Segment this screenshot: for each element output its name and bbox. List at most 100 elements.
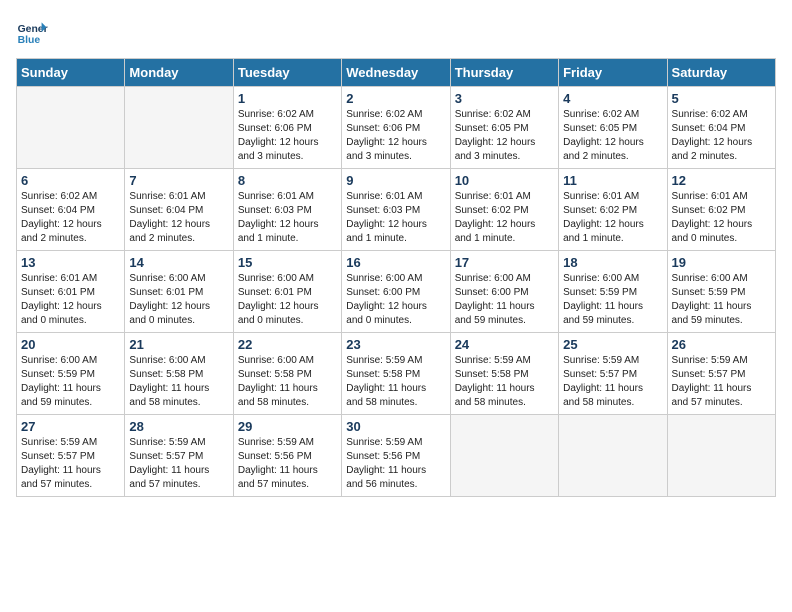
day-info: Sunrise: 6:01 AM Sunset: 6:02 PM Dayligh…	[672, 190, 771, 246]
day-info: Sunrise: 6:00 AM Sunset: 6:00 PM Dayligh…	[455, 272, 554, 328]
calendar-day-cell: 24 Sunrise: 5:59 AM Sunset: 5:58 PM Dayli…	[450, 333, 558, 415]
calendar-day-cell: 5 Sunrise: 6:02 AM Sunset: 6:04 PM Daylig…	[667, 87, 775, 169]
calendar-day-cell: 16 Sunrise: 6:00 AM Sunset: 6:00 PM Dayli…	[342, 251, 450, 333]
day-number: 5	[672, 91, 771, 106]
day-info: Sunrise: 6:00 AM Sunset: 5:58 PM Dayligh…	[238, 354, 337, 410]
svg-text:Blue: Blue	[18, 35, 41, 46]
day-number: 4	[563, 91, 662, 106]
day-number: 23	[346, 337, 445, 352]
day-info: Sunrise: 6:02 AM Sunset: 6:04 PM Dayligh…	[672, 108, 771, 164]
day-number: 12	[672, 173, 771, 188]
calendar-day-cell	[667, 415, 775, 497]
calendar-day-cell: 26 Sunrise: 5:59 AM Sunset: 5:57 PM Dayli…	[667, 333, 775, 415]
logo: General Blue	[16, 16, 48, 48]
calendar-day-cell: 22 Sunrise: 6:00 AM Sunset: 5:58 PM Dayli…	[233, 333, 341, 415]
day-number: 16	[346, 255, 445, 270]
calendar-week-row: 13 Sunrise: 6:01 AM Sunset: 6:01 PM Dayli…	[17, 251, 776, 333]
calendar-week-row: 6 Sunrise: 6:02 AM Sunset: 6:04 PM Daylig…	[17, 169, 776, 251]
day-info: Sunrise: 5:59 AM Sunset: 5:57 PM Dayligh…	[21, 436, 120, 492]
calendar-day-cell: 2 Sunrise: 6:02 AM Sunset: 6:06 PM Daylig…	[342, 87, 450, 169]
day-number: 27	[21, 419, 120, 434]
day-number: 3	[455, 91, 554, 106]
day-info: Sunrise: 5:59 AM Sunset: 5:56 PM Dayligh…	[238, 436, 337, 492]
day-info: Sunrise: 6:00 AM Sunset: 6:00 PM Dayligh…	[346, 272, 445, 328]
calendar-day-cell: 13 Sunrise: 6:01 AM Sunset: 6:01 PM Dayli…	[17, 251, 125, 333]
calendar-table: SundayMondayTuesdayWednesdayThursdayFrid…	[16, 58, 776, 497]
day-info: Sunrise: 6:02 AM Sunset: 6:05 PM Dayligh…	[455, 108, 554, 164]
weekday-header-cell: Sunday	[17, 59, 125, 87]
day-info: Sunrise: 6:02 AM Sunset: 6:06 PM Dayligh…	[346, 108, 445, 164]
day-info: Sunrise: 6:02 AM Sunset: 6:04 PM Dayligh…	[21, 190, 120, 246]
day-info: Sunrise: 6:02 AM Sunset: 6:06 PM Dayligh…	[238, 108, 337, 164]
day-number: 20	[21, 337, 120, 352]
day-number: 9	[346, 173, 445, 188]
calendar-day-cell: 11Sunrise: 6:01 AM Sunset: 6:02 PM Dayli…	[559, 169, 667, 251]
day-info: Sunrise: 5:59 AM Sunset: 5:58 PM Dayligh…	[455, 354, 554, 410]
calendar-day-cell: 27 Sunrise: 5:59 AM Sunset: 5:57 PM Dayli…	[17, 415, 125, 497]
calendar-day-cell: 1 Sunrise: 6:02 AM Sunset: 6:06 PM Daylig…	[233, 87, 341, 169]
day-info: Sunrise: 6:00 AM Sunset: 5:59 PM Dayligh…	[672, 272, 771, 328]
day-info: Sunrise: 6:01 AM Sunset: 6:03 PM Dayligh…	[346, 190, 445, 246]
calendar-day-cell: 19 Sunrise: 6:00 AM Sunset: 5:59 PM Dayli…	[667, 251, 775, 333]
header: General Blue	[16, 16, 776, 48]
calendar-week-row: 1 Sunrise: 6:02 AM Sunset: 6:06 PM Daylig…	[17, 87, 776, 169]
day-info: Sunrise: 5:59 AM Sunset: 5:56 PM Dayligh…	[346, 436, 445, 492]
day-info: Sunrise: 5:59 AM Sunset: 5:57 PM Dayligh…	[672, 354, 771, 410]
calendar-day-cell	[450, 415, 558, 497]
calendar-day-cell: 18 Sunrise: 6:00 AM Sunset: 5:59 PM Dayli…	[559, 251, 667, 333]
weekday-header-cell: Saturday	[667, 59, 775, 87]
day-number: 29	[238, 419, 337, 434]
calendar-day-cell: 9 Sunrise: 6:01 AM Sunset: 6:03 PM Daylig…	[342, 169, 450, 251]
day-info: Sunrise: 6:01 AM Sunset: 6:02 PM Dayligh…	[563, 190, 662, 246]
weekday-header-row: SundayMondayTuesdayWednesdayThursdayFrid…	[17, 59, 776, 87]
calendar-day-cell: 30 Sunrise: 5:59 AM Sunset: 5:56 PM Dayli…	[342, 415, 450, 497]
day-number: 2	[346, 91, 445, 106]
weekday-header-cell: Monday	[125, 59, 233, 87]
calendar-day-cell: 14 Sunrise: 6:00 AM Sunset: 6:01 PM Dayli…	[125, 251, 233, 333]
day-info: Sunrise: 5:59 AM Sunset: 5:57 PM Dayligh…	[563, 354, 662, 410]
calendar-day-cell: 29 Sunrise: 5:59 AM Sunset: 5:56 PM Dayli…	[233, 415, 341, 497]
calendar-day-cell: 20 Sunrise: 6:00 AM Sunset: 5:59 PM Dayli…	[17, 333, 125, 415]
calendar-week-row: 27 Sunrise: 5:59 AM Sunset: 5:57 PM Dayli…	[17, 415, 776, 497]
calendar-day-cell: 12 Sunrise: 6:01 AM Sunset: 6:02 PM Dayli…	[667, 169, 775, 251]
day-info: Sunrise: 6:00 AM Sunset: 5:59 PM Dayligh…	[21, 354, 120, 410]
day-info: Sunrise: 5:59 AM Sunset: 5:58 PM Dayligh…	[346, 354, 445, 410]
day-info: Sunrise: 6:01 AM Sunset: 6:01 PM Dayligh…	[21, 272, 120, 328]
day-info: Sunrise: 6:01 AM Sunset: 6:02 PM Dayligh…	[455, 190, 554, 246]
day-number: 15	[238, 255, 337, 270]
day-number: 19	[672, 255, 771, 270]
day-number: 6	[21, 173, 120, 188]
calendar-day-cell: 8Sunrise: 6:01 AM Sunset: 6:03 PM Daylig…	[233, 169, 341, 251]
day-number: 17	[455, 255, 554, 270]
day-number: 26	[672, 337, 771, 352]
calendar-day-cell	[17, 87, 125, 169]
calendar-day-cell: 23 Sunrise: 5:59 AM Sunset: 5:58 PM Dayli…	[342, 333, 450, 415]
weekday-header-cell: Wednesday	[342, 59, 450, 87]
day-number: 25	[563, 337, 662, 352]
day-info: Sunrise: 6:00 AM Sunset: 5:58 PM Dayligh…	[129, 354, 228, 410]
day-number: 21	[129, 337, 228, 352]
calendar-day-cell: 15 Sunrise: 6:00 AM Sunset: 6:01 PM Dayli…	[233, 251, 341, 333]
day-info: Sunrise: 6:00 AM Sunset: 6:01 PM Dayligh…	[129, 272, 228, 328]
day-number: 1	[238, 91, 337, 106]
day-info: Sunrise: 5:59 AM Sunset: 5:57 PM Dayligh…	[129, 436, 228, 492]
calendar-day-cell: 6 Sunrise: 6:02 AM Sunset: 6:04 PM Daylig…	[17, 169, 125, 251]
day-number: 13	[21, 255, 120, 270]
calendar-day-cell: 4Sunrise: 6:02 AM Sunset: 6:05 PM Daylig…	[559, 87, 667, 169]
day-info: Sunrise: 6:00 AM Sunset: 6:01 PM Dayligh…	[238, 272, 337, 328]
day-info: Sunrise: 6:00 AM Sunset: 5:59 PM Dayligh…	[563, 272, 662, 328]
calendar-day-cell	[559, 415, 667, 497]
day-number: 14	[129, 255, 228, 270]
calendar-day-cell: 7Sunrise: 6:01 AM Sunset: 6:04 PM Daylig…	[125, 169, 233, 251]
day-number: 22	[238, 337, 337, 352]
day-number: 28	[129, 419, 228, 434]
logo-icon: General Blue	[16, 16, 48, 48]
day-number: 24	[455, 337, 554, 352]
calendar-day-cell: 25 Sunrise: 5:59 AM Sunset: 5:57 PM Dayli…	[559, 333, 667, 415]
calendar-day-cell: 3 Sunrise: 6:02 AM Sunset: 6:05 PM Daylig…	[450, 87, 558, 169]
day-number: 10	[455, 173, 554, 188]
day-info: Sunrise: 6:01 AM Sunset: 6:04 PM Dayligh…	[129, 190, 228, 246]
calendar-day-cell: 17 Sunrise: 6:00 AM Sunset: 6:00 PM Dayli…	[450, 251, 558, 333]
day-number: 30	[346, 419, 445, 434]
day-number: 18	[563, 255, 662, 270]
